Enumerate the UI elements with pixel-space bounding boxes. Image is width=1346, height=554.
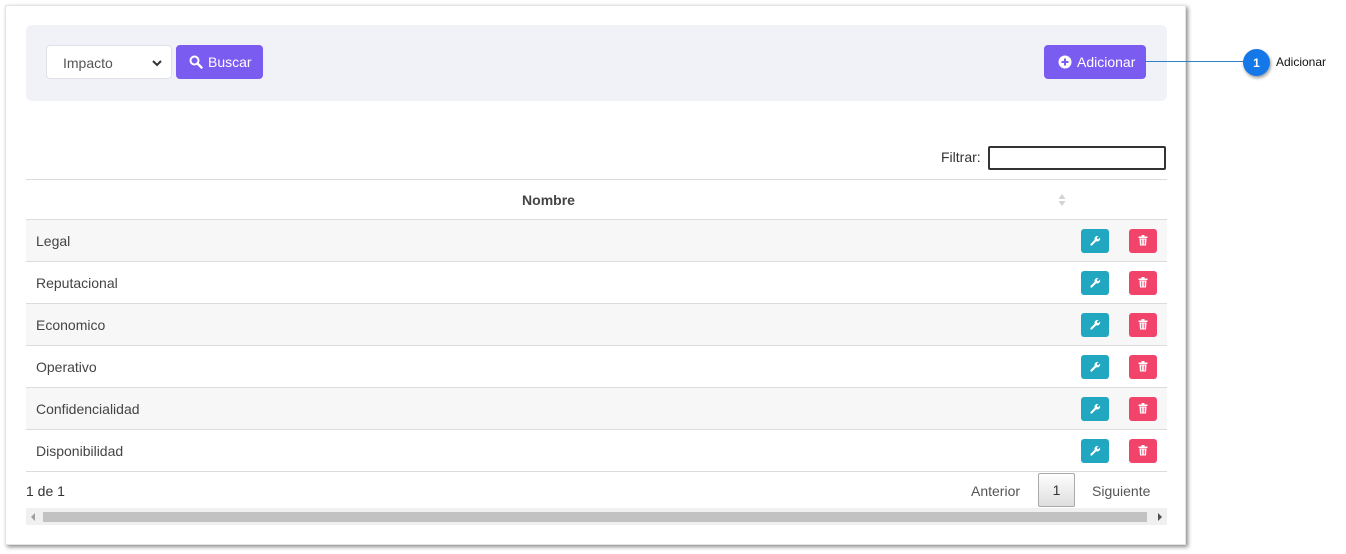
callout-line [1146,61,1244,62]
delete-cell [1119,219,1167,262]
plus-circle-icon [1058,55,1072,69]
add-button[interactable]: Adicionar [1044,45,1146,79]
edit-cell [1071,429,1119,472]
delete-cell [1119,261,1167,304]
table-row: Operativo [26,345,1167,388]
column-header-label: Nombre [522,191,575,208]
data-table: Nombre Legal Reputacional Economico Operati… [26,179,1167,472]
delete-cell [1119,429,1167,472]
row-name: Economico [26,303,1071,346]
edit-button[interactable] [1081,438,1109,463]
wrench-icon [1090,235,1101,246]
category-select[interactable]: Impacto [46,45,172,79]
wrench-icon [1090,361,1101,372]
toolbar: Impacto Buscar Adicionar [26,25,1167,101]
delete-button[interactable] [1129,270,1157,295]
trash-icon [1138,445,1148,456]
column-header-nombre[interactable]: Nombre [26,179,1071,220]
edit-button[interactable] [1081,354,1109,379]
delete-button[interactable] [1129,354,1157,379]
next-page-button[interactable]: Siguiente [1092,483,1150,499]
filter-label: Filtrar: [941,149,981,165]
chevron-down-icon [152,60,162,67]
column-header-actions [1071,179,1167,220]
scroll-right-arrow-icon[interactable] [1158,513,1162,521]
page-info: 1 de 1 [26,483,65,499]
edit-cell [1071,219,1119,262]
search-icon [189,55,203,69]
table-row: Confidencialidad [26,387,1167,430]
table-row: Disponibilidad [26,429,1167,472]
previous-page-button[interactable]: Anterior [971,483,1020,499]
trash-icon [1138,403,1148,414]
trash-icon [1138,277,1148,288]
table-row: Economico [26,303,1167,346]
delete-button[interactable] [1129,228,1157,253]
horizontal-scrollbar[interactable] [26,508,1167,525]
row-name: Reputacional [26,261,1071,304]
edit-button[interactable] [1081,312,1109,337]
callout-badge: 1 [1243,49,1270,76]
add-button-label: Adicionar [1077,54,1136,70]
page-number-button[interactable]: 1 [1038,473,1075,507]
delete-button[interactable] [1129,312,1157,337]
search-button-label: Buscar [208,54,252,70]
trash-icon [1138,319,1148,330]
delete-cell [1119,303,1167,346]
filter-input[interactable] [988,146,1166,170]
delete-button[interactable] [1129,396,1157,421]
sort-icon [1058,194,1066,206]
delete-cell [1119,387,1167,430]
delete-button[interactable] [1129,438,1157,463]
edit-cell [1071,303,1119,346]
edit-cell [1071,261,1119,304]
trash-icon [1138,235,1148,246]
edit-cell [1071,345,1119,388]
wrench-icon [1090,445,1101,456]
scroll-left-arrow-icon[interactable] [31,513,35,521]
table-row: Reputacional [26,261,1167,304]
table-row: Legal [26,219,1167,262]
delete-cell [1119,345,1167,388]
edit-button[interactable] [1081,270,1109,295]
table-header-row: Nombre [26,179,1167,220]
wrench-icon [1090,319,1101,330]
callout-label: Adicionar [1276,55,1327,69]
wrench-icon [1090,403,1101,414]
edit-cell [1071,387,1119,430]
row-name: Disponibilidad [26,429,1071,472]
scrollbar-thumb[interactable] [43,512,1147,522]
edit-button[interactable] [1081,396,1109,421]
row-name: Confidencialidad [26,387,1071,430]
trash-icon [1138,361,1148,372]
category-select-value: Impacto [63,55,113,71]
row-name: Operativo [26,345,1071,388]
edit-button[interactable] [1081,228,1109,253]
row-name: Legal [26,219,1071,262]
main-panel: Impacto Buscar Adicionar Filtrar: Nombre… [5,5,1186,545]
search-button[interactable]: Buscar [176,45,263,79]
wrench-icon [1090,277,1101,288]
